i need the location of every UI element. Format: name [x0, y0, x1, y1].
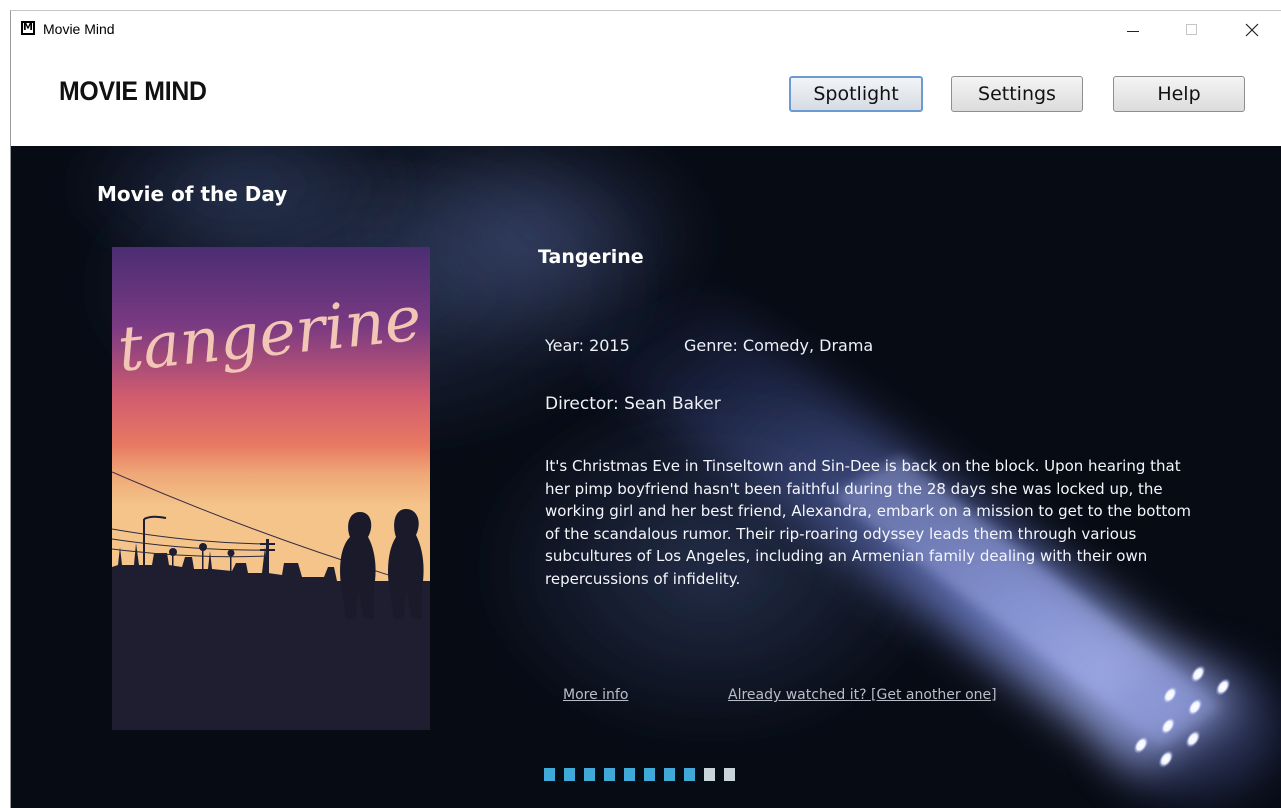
pager-dot[interactable]	[664, 768, 675, 781]
movie-director: Director: Sean Baker	[545, 394, 721, 414]
settings-button[interactable]: Settings	[951, 76, 1083, 112]
minimize-button[interactable]	[1103, 11, 1161, 49]
maximize-icon	[1186, 24, 1197, 35]
movie-poster[interactable]: tangerine	[112, 247, 430, 730]
pager-dot[interactable]	[684, 768, 695, 781]
maximize-button[interactable]	[1163, 11, 1221, 49]
app-window: M Movie Mind MOVIE MIND Spotlight Settin…	[10, 10, 1281, 808]
app-icon: M	[21, 21, 35, 35]
pager-dot[interactable]	[644, 768, 655, 781]
pager-dot[interactable]	[604, 768, 615, 781]
app-header: MOVIE MIND Spotlight Settings Help	[11, 49, 1281, 146]
brand-logo: MOVIE MIND	[59, 76, 207, 106]
pager-dot[interactable]	[724, 768, 735, 781]
get-another-link[interactable]: Already watched it? [Get another one]	[728, 687, 997, 703]
movie-year: Year: 2015	[545, 336, 630, 355]
pager-dot[interactable]	[624, 768, 635, 781]
close-button[interactable]	[1223, 11, 1281, 49]
window-title: Movie Mind	[43, 21, 115, 37]
close-icon	[1245, 23, 1259, 37]
pager-dot[interactable]	[584, 768, 595, 781]
help-button[interactable]: Help	[1113, 76, 1245, 112]
pager-dot[interactable]	[564, 768, 575, 781]
pager-dot[interactable]	[704, 768, 715, 781]
movie-synopsis: It's Christmas Eve in Tinseltown and Sin…	[545, 457, 1192, 588]
movie-genre: Genre: Comedy, Drama	[684, 336, 874, 355]
spotlight-button[interactable]: Spotlight	[789, 76, 923, 112]
minimize-icon	[1127, 31, 1139, 32]
movie-of-the-day-panel: Movie of the Day tangerine Tangerine Yea…	[11, 146, 1281, 808]
title-bar[interactable]: M Movie Mind	[11, 11, 1281, 49]
section-title: Movie of the Day	[97, 182, 288, 206]
more-info-link[interactable]: More info	[563, 687, 628, 703]
movie-title: Tangerine	[538, 246, 644, 268]
poster-artwork: tangerine	[112, 247, 430, 730]
pager-dot[interactable]	[544, 768, 555, 781]
